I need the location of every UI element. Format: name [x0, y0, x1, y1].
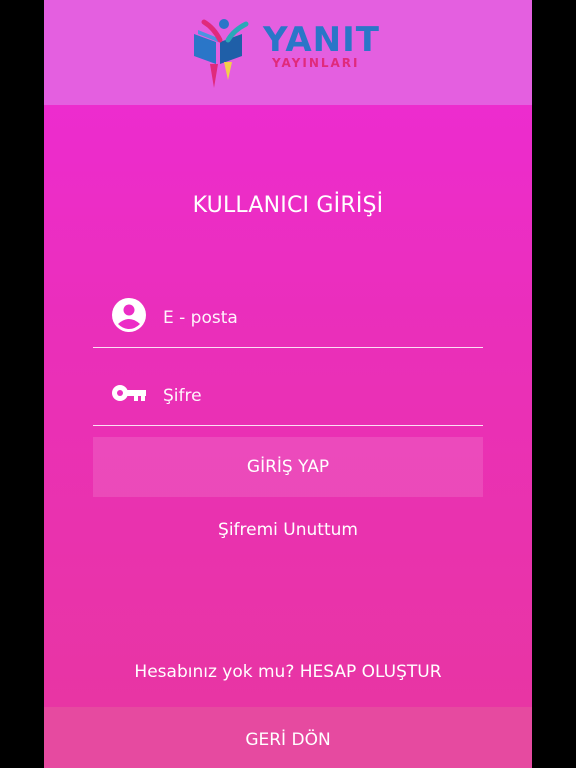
header-bar: YANIT YAYINLARI: [44, 0, 532, 105]
login-screen: YANIT YAYINLARI KULLANICI GİRİŞİ GİRİŞ Y…: [44, 0, 532, 768]
email-field-row: [93, 297, 483, 348]
back-button[interactable]: GERİ DÖN: [44, 707, 532, 768]
signup-prompt: Hesabınız yok mu? HESAP OLUŞTUR: [44, 662, 532, 682]
forgot-password-link[interactable]: Şifremi Unuttum: [44, 520, 532, 540]
password-field-row: [93, 375, 483, 426]
no-account-text: Hesabınız yok mu?: [134, 662, 295, 682]
create-account-link[interactable]: HESAP OLUŞTUR: [300, 662, 442, 682]
key-icon: [112, 385, 146, 401]
email-input[interactable]: [163, 303, 473, 333]
user-circle-icon: [112, 298, 146, 332]
brand-subtitle: YAYINLARI: [272, 56, 360, 70]
login-button[interactable]: GİRİŞ YAP: [93, 437, 483, 497]
page-title: KULLANICI GİRİŞİ: [192, 193, 384, 218]
brand-name: YANIT: [263, 20, 380, 60]
logo-mark-icon: [194, 19, 249, 88]
brand-logo: YANIT YAYINLARI: [190, 18, 390, 88]
password-input[interactable]: [163, 381, 473, 411]
